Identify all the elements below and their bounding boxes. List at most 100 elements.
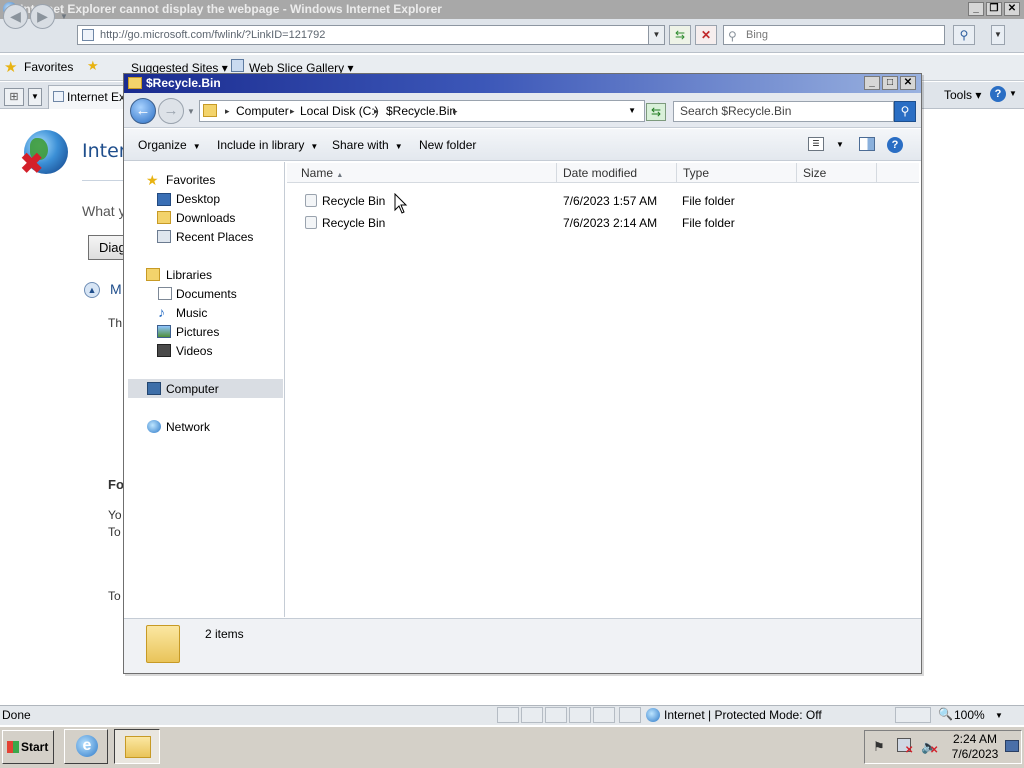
- ie-address-dropdown-icon[interactable]: ▼: [648, 26, 664, 44]
- nav-item-favorites[interactable]: Favorites: [166, 173, 215, 187]
- ie-back-button[interactable]: ◀: [3, 4, 28, 29]
- ie-zoom-level[interactable]: 100%: [954, 708, 985, 722]
- taskbar-internet-explorer-button[interactable]: e: [64, 729, 108, 764]
- recent-locations-dropdown-icon[interactable]: ▼: [187, 107, 195, 116]
- preview-pane-icon[interactable]: [859, 137, 875, 151]
- explorer-forward-button[interactable]: →: [158, 98, 184, 124]
- breadcrumb-local-disk[interactable]: Local Disk (C:): [300, 101, 379, 121]
- ie-history-dropdown-icon[interactable]: ▼: [60, 12, 68, 21]
- recycle-bin-folder-icon: [305, 216, 317, 229]
- ie-search-button[interactable]: ⚲: [953, 25, 975, 45]
- help-dropdown-icon[interactable]: ▼: [1009, 89, 1017, 98]
- libraries-icon: [146, 268, 160, 281]
- web-slice-icon: [231, 59, 244, 72]
- page-text: To: [108, 589, 121, 603]
- nav-item-videos[interactable]: Videos: [176, 344, 212, 358]
- page-text: Th: [108, 316, 123, 330]
- add-favorites-icon[interactable]: ★: [87, 58, 99, 74]
- clock[interactable]: 2:24 AM 7/6/2023: [950, 732, 1000, 762]
- breadcrumb-computer[interactable]: Computer: [236, 101, 289, 121]
- explorer-maximize-button[interactable]: □: [882, 76, 898, 90]
- ie-tab[interactable]: Internet Ex: [48, 85, 128, 109]
- start-button[interactable]: Start: [2, 730, 54, 764]
- help-icon[interactable]: ?: [990, 86, 1006, 102]
- row-name[interactable]: Recycle Bin: [322, 194, 385, 208]
- include-in-library-menu[interactable]: Include in library ▼: [217, 138, 318, 152]
- row-name[interactable]: Recycle Bin: [322, 216, 385, 230]
- column-header-date-modified[interactable]: Date modified: [557, 163, 677, 183]
- nav-item-computer[interactable]: Computer: [166, 382, 219, 396]
- taskbar-explorer-button[interactable]: [114, 729, 160, 764]
- share-with-menu[interactable]: Share with ▼: [332, 138, 403, 152]
- row-date: 7/6/2023 1:57 AM: [563, 194, 658, 208]
- breadcrumb-recycle-bin[interactable]: $Recycle.Bin: [386, 101, 456, 121]
- share-with-label: Share with: [332, 138, 389, 152]
- item-count: 2 items: [205, 627, 244, 641]
- ie-refresh-button[interactable]: ⇆: [669, 25, 691, 45]
- nav-item-music[interactable]: Music: [176, 306, 207, 320]
- show-desktop-icon[interactable]: [1005, 740, 1019, 752]
- ie-caption-buttons: _ ❐ ✕: [968, 2, 1020, 16]
- zoom-icon: 🔍: [938, 707, 953, 721]
- ie-stop-button[interactable]: ✕: [695, 25, 717, 45]
- action-center-flag-icon[interactable]: ⚑: [873, 739, 885, 755]
- organize-label: Organize: [138, 138, 187, 152]
- nav-item-downloads[interactable]: Downloads: [176, 211, 235, 225]
- ie-zone-text[interactable]: Internet | Protected Mode: Off: [664, 708, 822, 722]
- volume-muted-icon: ✕: [930, 745, 939, 756]
- chevron-right-icon[interactable]: ▸: [225, 101, 230, 121]
- zoom-dropdown-icon[interactable]: ▼: [995, 711, 1003, 720]
- column-header-type[interactable]: Type: [677, 163, 797, 183]
- explorer-minimize-button[interactable]: _: [864, 76, 880, 90]
- nav-item-desktop[interactable]: Desktop: [176, 192, 220, 206]
- quick-tabs-icon[interactable]: ⊞: [4, 88, 24, 106]
- nav-item-documents[interactable]: Documents: [176, 287, 237, 301]
- favorites-star-icon[interactable]: ★: [4, 58, 17, 76]
- tab-list-dropdown-icon[interactable]: ▼: [28, 88, 42, 106]
- explorer-title-bar[interactable]: $Recycle.Bin: [124, 74, 921, 93]
- ie-restore-button[interactable]: ❐: [986, 2, 1002, 16]
- ie-minimize-button[interactable]: _: [968, 2, 984, 16]
- ie-status-text: Done: [2, 708, 31, 722]
- chevron-right-icon[interactable]: ▸: [290, 101, 295, 121]
- folder-icon: [203, 104, 217, 117]
- recycle-bin-folder-icon: [305, 194, 317, 207]
- help-icon[interactable]: ?: [887, 137, 903, 153]
- status-cell: [569, 707, 591, 723]
- error-x-icon: ✖: [20, 148, 44, 179]
- recent-places-icon: [157, 230, 171, 243]
- expand-up-icon[interactable]: ▲: [84, 282, 100, 298]
- ie-search-input[interactable]: ⚲ Bing: [723, 25, 945, 45]
- nav-item-recent-places[interactable]: Recent Places: [176, 230, 253, 244]
- chevron-right-icon[interactable]: ▸: [374, 101, 379, 121]
- explorer-back-button[interactable]: ←: [130, 98, 156, 124]
- security-cell[interactable]: [895, 707, 931, 723]
- ie-address-bar[interactable]: http://go.microsoft.com/fwlink/?LinkID=1…: [77, 25, 665, 45]
- view-options-icon[interactable]: ☰: [808, 137, 824, 151]
- view-dropdown-icon[interactable]: ▼: [836, 140, 844, 149]
- status-cell: [619, 707, 641, 723]
- breadcrumb[interactable]: ▸ Computer ▸ Local Disk (C:) ▸ $Recycle.…: [199, 100, 645, 122]
- nav-item-pictures[interactable]: Pictures: [176, 325, 219, 339]
- explorer-close-button[interactable]: ✕: [900, 76, 916, 90]
- start-label: Start: [21, 740, 49, 754]
- column-header-name[interactable]: Name ▲: [295, 163, 557, 183]
- ie-close-button[interactable]: ✕: [1004, 2, 1020, 16]
- column-header-size[interactable]: Size: [797, 163, 877, 183]
- nav-item-network[interactable]: Network: [166, 420, 210, 434]
- explorer-search-input[interactable]: Search $Recycle.Bin: [673, 101, 894, 122]
- chevron-right-icon[interactable]: ▸: [453, 101, 458, 121]
- new-folder-button[interactable]: New folder: [419, 138, 476, 152]
- ie-forward-button[interactable]: ▶: [30, 4, 55, 29]
- nav-item-libraries[interactable]: Libraries: [166, 268, 212, 282]
- explorer-refresh-button[interactable]: ⇆: [646, 103, 666, 121]
- favorites-button[interactable]: Favorites: [24, 60, 73, 74]
- more-info-link[interactable]: M: [110, 281, 122, 297]
- address-dropdown-icon[interactable]: ▼: [628, 101, 636, 121]
- organize-menu[interactable]: Organize ▼: [138, 138, 201, 152]
- internet-explorer-icon: e: [76, 735, 98, 757]
- ie-tools-menu[interactable]: Tools ▾: [944, 88, 981, 102]
- pictures-icon: [157, 325, 171, 338]
- explorer-search-button[interactable]: ⚲: [894, 101, 916, 122]
- ie-search-options-icon[interactable]: ▼: [991, 25, 1005, 45]
